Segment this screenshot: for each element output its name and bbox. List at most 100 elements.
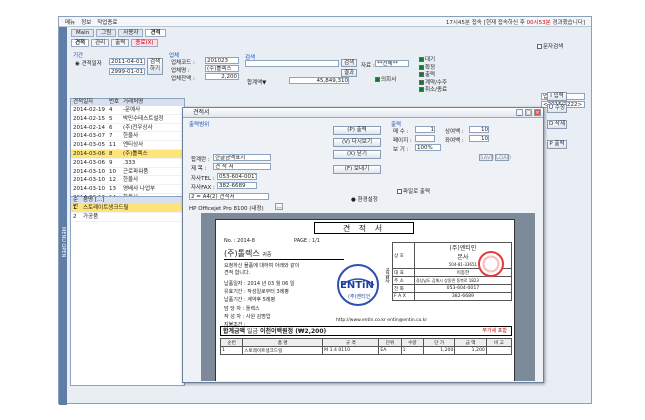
minimize-icon[interactable]: _ bbox=[516, 109, 523, 116]
option-cancel-checkbox[interactable] bbox=[419, 87, 424, 93]
menu-item-menu[interactable]: 메뉴 bbox=[65, 18, 75, 26]
company-code-input[interactable]: 201023 bbox=[205, 57, 239, 64]
table-cell: 12 bbox=[109, 177, 116, 184]
print-execute-button[interactable]: (P) 출력 bbox=[333, 126, 381, 135]
table-header-cell: 규 격 bbox=[322, 338, 380, 347]
table-row[interactable]: 2014-02-15 5 박민수테스트설정 bbox=[71, 115, 184, 124]
menu-open-tab[interactable]: MENU OPEN bbox=[59, 27, 67, 405]
top-bar: 메뉴 정보 작업종료 17시45분 접속 [현재 접속하신 후 00시53분 경… bbox=[59, 17, 591, 27]
item-list: 순번 품명 [...] 1 스토레이트생크드릴 2 가공품 bbox=[70, 196, 185, 386]
file-output-checkbox[interactable] bbox=[397, 189, 402, 194]
copies-input[interactable]: 1 bbox=[415, 126, 435, 133]
option-wait[interactable]: 대기 bbox=[419, 57, 447, 65]
print-button[interactable]: P 출력 bbox=[547, 140, 567, 149]
option-wait-checkbox[interactable] bbox=[419, 57, 424, 62]
menu-item-exit[interactable]: 작업종료 bbox=[97, 18, 117, 26]
table-row[interactable]: 2014-03-10 12 한울사 bbox=[71, 176, 184, 186]
table-row[interactable]: 2014-03-10 10 근로파워품 bbox=[71, 168, 184, 177]
table-row[interactable]: 2014-03-07 7 한울사 bbox=[71, 132, 184, 142]
table-cell: 한울사 bbox=[123, 133, 139, 140]
tab-manage[interactable]: 관리 bbox=[91, 39, 110, 47]
load-button[interactable]: LOAD bbox=[495, 154, 511, 161]
tab-estimate[interactable]: 견적 bbox=[145, 29, 166, 37]
company-balance-label: 업체잔액 : bbox=[171, 76, 195, 82]
table-cell: 2014-03-10 bbox=[73, 177, 105, 184]
only-mine-check[interactable]: 의회서 bbox=[375, 75, 396, 83]
paper-item-header: 순번 품 명규 격 단위 수량 단 가금 액비 고 bbox=[219, 338, 513, 347]
delete-button[interactable]: D 삭제 bbox=[547, 120, 567, 129]
list-item[interactable]: 2 가공품 bbox=[71, 213, 184, 222]
only-mine-checkbox[interactable] bbox=[375, 77, 380, 82]
company-tel-label: 자사TEL : bbox=[191, 176, 215, 182]
table-cell: EA bbox=[378, 346, 402, 355]
tab-picture[interactable]: 그림 bbox=[96, 29, 117, 37]
document-search-checkbox[interactable] bbox=[537, 44, 542, 49]
pages-label: 페이지 : bbox=[393, 138, 412, 144]
period-from-input[interactable]: 2011-04-01 bbox=[109, 58, 145, 65]
search-result-button[interactable]: 결과 bbox=[341, 69, 357, 77]
option-printed-checkbox[interactable] bbox=[419, 72, 424, 78]
sum-field-select[interactable]: 한글금액표시 bbox=[213, 154, 271, 161]
preview-again-button[interactable]: (V) 다시보기 bbox=[333, 138, 381, 147]
document-search-check[interactable]: 문자검색 bbox=[537, 42, 563, 50]
menu-item-info[interactable]: 정보 bbox=[81, 18, 91, 26]
left-margin-label: 좌여백 : bbox=[445, 138, 464, 144]
tab-main[interactable]: Main bbox=[71, 29, 95, 37]
close-icon[interactable]: × bbox=[534, 109, 541, 116]
layout-select[interactable]: 2 = A4(2) 견적서 bbox=[189, 193, 269, 200]
tab-close[interactable]: 종료(X) bbox=[131, 39, 158, 47]
column-seq[interactable]: 순번 bbox=[71, 197, 83, 210]
table-cell: 1,200 bbox=[422, 346, 456, 355]
sum-field-label: 합계란 : bbox=[191, 157, 210, 163]
search-input[interactable] bbox=[245, 60, 339, 67]
period-to-input[interactable]: 2999-01-01 bbox=[109, 68, 145, 75]
supplier-label: 공급자 bbox=[384, 268, 390, 283]
left-margin-input[interactable]: 10 bbox=[469, 135, 489, 142]
company-fax-input[interactable]: 382-6689 bbox=[217, 182, 257, 189]
print-dialog-title: 견적서 _ □ × bbox=[183, 108, 543, 118]
period-search-button[interactable]: 검색 하기 bbox=[147, 58, 163, 75]
option-contract-checkbox[interactable] bbox=[419, 79, 424, 85]
search-button[interactable]: 검색 bbox=[341, 59, 357, 67]
list-item[interactable]: 1 스토레이트생크드릴 bbox=[71, 204, 184, 213]
estimate-list-header: 견적일자 번호 거래처명 bbox=[71, 99, 184, 106]
tab-estimate-main[interactable]: 견적 bbox=[71, 39, 90, 47]
column-client[interactable]: 거래처명 bbox=[123, 99, 184, 106]
send-button[interactable]: (F) 보내기 bbox=[333, 165, 381, 174]
dialog-close-button[interactable]: (X) 닫기 bbox=[333, 150, 381, 159]
company-tel-input[interactable]: 053-604-0017 bbox=[217, 173, 257, 180]
env-settings-button[interactable]: ● 환경설정 bbox=[351, 195, 378, 203]
pages-input[interactable] bbox=[415, 135, 435, 142]
supplier-addr-label: 주 소 bbox=[392, 276, 415, 285]
option-confirmed-checkbox[interactable] bbox=[419, 64, 424, 70]
material-select[interactable]: **전체** bbox=[375, 60, 409, 67]
column-date[interactable]: 견적일자 bbox=[71, 99, 109, 106]
tab-user[interactable]: 사용자 bbox=[118, 29, 144, 37]
subject-select[interactable]: 견 적 서 bbox=[213, 163, 271, 170]
insert-button[interactable]: I 입력 bbox=[547, 92, 567, 101]
option-cancel[interactable]: 취소/종료 bbox=[419, 87, 447, 95]
table-row[interactable]: 2014-03-06 8 (주)톨렉스 bbox=[71, 149, 184, 159]
tab-print[interactable]: 출력 bbox=[111, 39, 130, 47]
table-row[interactable]: 2014-02-19 4 -문예사 bbox=[71, 106, 184, 115]
table-cell: 4 bbox=[109, 107, 113, 113]
file-output-check[interactable]: 파일로 출력 bbox=[397, 187, 430, 195]
table-cell: 2014-03-10 bbox=[73, 168, 105, 175]
column-item-name[interactable]: 품명 [...] bbox=[83, 197, 184, 204]
save-button[interactable]: SAVE bbox=[479, 154, 494, 161]
update-button[interactable]: U 수정 bbox=[547, 104, 567, 113]
zoom-select[interactable]: 100% bbox=[415, 144, 441, 151]
printer-browse-button[interactable]: … bbox=[275, 203, 283, 210]
table-header-cell: 금 액 bbox=[454, 338, 487, 347]
period-radio[interactable]: ◉ 견적일자 bbox=[75, 59, 102, 67]
company-name-input[interactable]: (주)톨렉스 bbox=[205, 65, 239, 72]
table-row[interactable]: 2014-03-05 11 엔티상사 bbox=[71, 141, 184, 150]
table-row[interactable]: 2014-03-06 9 .333 bbox=[71, 159, 184, 168]
table-cell: 7 bbox=[109, 133, 113, 140]
column-number[interactable]: 번호 bbox=[109, 99, 123, 106]
table-row[interactable]: 2014-03-10 13 영배사 나업부 bbox=[71, 185, 184, 194]
top-margin-input[interactable]: 10 bbox=[469, 126, 489, 133]
table-row[interactable]: 2014-02-14 6 (주)전우상사 bbox=[71, 124, 184, 133]
option-printed[interactable]: 출력 bbox=[419, 72, 447, 80]
maximize-icon[interactable]: □ bbox=[525, 109, 532, 116]
